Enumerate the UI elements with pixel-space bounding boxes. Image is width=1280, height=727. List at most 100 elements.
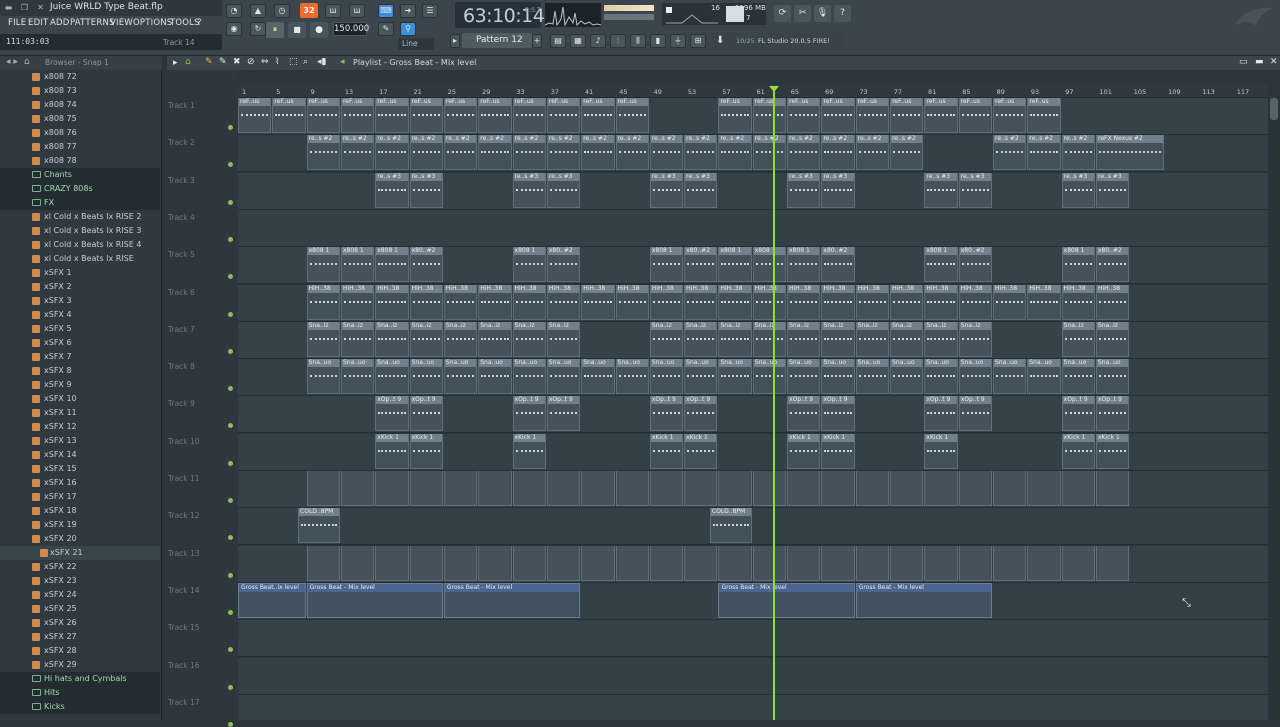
pattern-clip[interactable]: Sna..uo xyxy=(512,359,546,395)
pattern-clip[interactable] xyxy=(684,545,718,581)
pattern-clip[interactable]: Sna..iz xyxy=(340,321,375,357)
pattern-clip[interactable] xyxy=(924,471,958,506)
browser-file[interactable]: xSFX 23 xyxy=(0,574,160,588)
pattern-clip[interactable]: COLD..8PM xyxy=(298,508,340,544)
pattern-clip[interactable]: reF..us xyxy=(855,98,890,133)
minimize-playlist-icon[interactable]: ▬ xyxy=(1255,57,1264,67)
pattern-clip[interactable]: re..s #2 xyxy=(375,135,409,171)
link-icon[interactable]: ⚲ xyxy=(400,22,416,36)
browser-file[interactable]: xSFX 9 xyxy=(0,378,160,392)
pattern-clip[interactable] xyxy=(478,545,512,581)
pattern-clip[interactable]: xKick 1 xyxy=(1096,433,1130,469)
back-icon[interactable]: ◂ ▸ xyxy=(6,57,18,67)
timeline-ruler[interactable]: 1 5 9 13 17 21 25 29 33 37 41 45 49 53 57 61 65 69 73 77 81 8… xyxy=(238,84,1268,98)
news-panel[interactable]: ⬇ 10/25 FL Studio 20.0.5 FIRE! xyxy=(712,33,842,49)
arrow-nav-icon[interactable]: ◂ xyxy=(340,57,345,67)
pattern-clip[interactable]: x80..#2 xyxy=(409,247,443,283)
browser-file[interactable]: xSFX 29 xyxy=(0,658,160,672)
pattern-clip[interactable] xyxy=(684,471,718,506)
browser-file[interactable]: xSFX 12 xyxy=(0,420,160,434)
browser-file[interactable]: xSFX 2 xyxy=(0,280,160,294)
pattern-clip[interactable]: COLD..8PM xyxy=(709,508,752,544)
pattern-clip[interactable]: reF..us xyxy=(443,98,478,133)
browser-file[interactable]: xSFX 14 xyxy=(0,448,160,462)
pattern-clip[interactable]: Sna..uo xyxy=(443,359,478,395)
browser-folder[interactable]: FX xyxy=(0,196,160,210)
pattern-clip[interactable]: xOp..t 9 xyxy=(821,396,855,432)
pattern-clip[interactable] xyxy=(855,471,890,506)
track-mute-led[interactable] xyxy=(228,572,233,578)
track-label[interactable]: Track 7 xyxy=(168,325,195,334)
browser-file[interactable]: xSFX 13 xyxy=(0,434,160,448)
pattern-clip[interactable]: x808 1 xyxy=(649,247,684,283)
pattern-clip[interactable] xyxy=(306,545,340,581)
track-label[interactable]: Track 1 xyxy=(168,101,195,110)
pattern-clip[interactable]: xOp..t 9 xyxy=(787,396,821,432)
pattern-clip[interactable]: re..s #3 xyxy=(1096,172,1130,208)
pattern-clip[interactable] xyxy=(821,471,855,506)
refresh-icon[interactable]: ⟳ xyxy=(774,5,791,22)
pattern-clip[interactable]: re..s #3 xyxy=(409,172,443,208)
loop-icon[interactable]: ↻ xyxy=(250,22,266,36)
pattern-clip[interactable]: re..s #2 xyxy=(718,135,752,171)
pattern-clip[interactable]: Sna..iz xyxy=(512,321,546,357)
pattern-clip[interactable]: HiH..38 xyxy=(649,284,684,320)
track-label[interactable]: Track 4 xyxy=(168,213,195,222)
pattern-clip[interactable]: re..s #2 xyxy=(752,135,787,171)
pattern-clip[interactable]: re..s #2 xyxy=(855,135,890,171)
browser-folder[interactable]: Kicks xyxy=(0,700,160,714)
record-button[interactable]: ● xyxy=(310,22,328,38)
pattern-clip[interactable]: xOp..t 9 xyxy=(409,396,443,432)
stop-button[interactable]: ■ xyxy=(288,22,306,38)
menu-add[interactable]: ADD xyxy=(50,18,70,28)
browser-folder[interactable]: Chants xyxy=(0,168,160,182)
browser-folder[interactable]: Hi hats and Cymbals xyxy=(0,672,160,686)
slip-tool-icon[interactable]: ⇔ xyxy=(261,57,269,67)
track-mute-led[interactable] xyxy=(228,460,233,466)
pitch-icon[interactable]: ◉ xyxy=(226,22,242,36)
pattern-clip[interactable]: HiH..38 xyxy=(443,284,478,320)
pattern-clip[interactable]: re..s #3 xyxy=(1061,172,1095,208)
pattern-clip[interactable]: Sna..iz xyxy=(752,321,787,357)
pattern-clip[interactable]: re..s #3 xyxy=(787,172,821,208)
playback-tool-icon[interactable]: ◂▮ xyxy=(317,57,326,67)
pattern-clip[interactable]: Sna..iz xyxy=(1061,321,1095,357)
pattern-clip[interactable]: x80..#2 xyxy=(958,247,993,283)
pattern-song-toggle[interactable]: 32 xyxy=(300,3,318,18)
browser-file[interactable]: xSFX 26 xyxy=(0,616,160,630)
pattern-clip[interactable]: Sna..iz xyxy=(649,321,684,357)
track-mute-led[interactable] xyxy=(228,721,233,727)
pattern-clip[interactable] xyxy=(1027,545,1061,581)
pattern-clip[interactable]: re..s #2 xyxy=(409,135,443,171)
track-lane[interactable] xyxy=(238,508,1268,546)
browser-file[interactable]: xl Cold x Beats lx RISE 4 xyxy=(0,238,160,252)
browser-file[interactable]: xSFX 4 xyxy=(0,308,160,322)
pattern-clip[interactable]: Sna..iz xyxy=(924,321,958,357)
pattern-clip[interactable]: Sna..iz xyxy=(409,321,443,357)
pattern-clip[interactable] xyxy=(546,545,581,581)
slice-tool-icon[interactable]: ⌇ xyxy=(275,57,279,67)
pattern-clip[interactable]: reF..us xyxy=(890,98,924,133)
pattern-clip[interactable] xyxy=(821,545,855,581)
pattern-clip[interactable]: xOp..t 9 xyxy=(375,396,409,432)
pattern-clip[interactable]: Sna..uo xyxy=(649,359,684,395)
mute-tool-icon[interactable]: ⊘ xyxy=(247,57,255,67)
play-button[interactable]: ⏸ xyxy=(266,22,284,38)
browser-file[interactable]: xSFX 6 xyxy=(0,336,160,350)
pattern-clip[interactable] xyxy=(1096,545,1130,581)
pattern-clip[interactable] xyxy=(958,545,993,581)
track-label[interactable]: Track 5 xyxy=(168,250,195,259)
pattern-prev-icon[interactable]: ▸ xyxy=(450,34,460,48)
sliders-icon[interactable]: ⫼ xyxy=(630,34,646,48)
pattern-clip[interactable] xyxy=(1096,471,1130,506)
tempo-display[interactable]: 150.000 xyxy=(333,22,369,36)
browser-file[interactable]: xSFX 5 xyxy=(0,322,160,336)
pattern-clip[interactable]: HiH..38 xyxy=(752,284,787,320)
pattern-clip[interactable]: Sna..uo xyxy=(1096,359,1130,395)
pattern-clip[interactable]: HiH..38 xyxy=(1096,284,1130,320)
track-mute-led[interactable] xyxy=(228,311,233,317)
vertical-scroll-thumb[interactable] xyxy=(1270,98,1278,120)
snap-select[interactable]: Line xyxy=(398,38,434,50)
pattern-clip[interactable] xyxy=(581,471,615,506)
pattern-clip[interactable]: xKick 1 xyxy=(512,433,546,469)
